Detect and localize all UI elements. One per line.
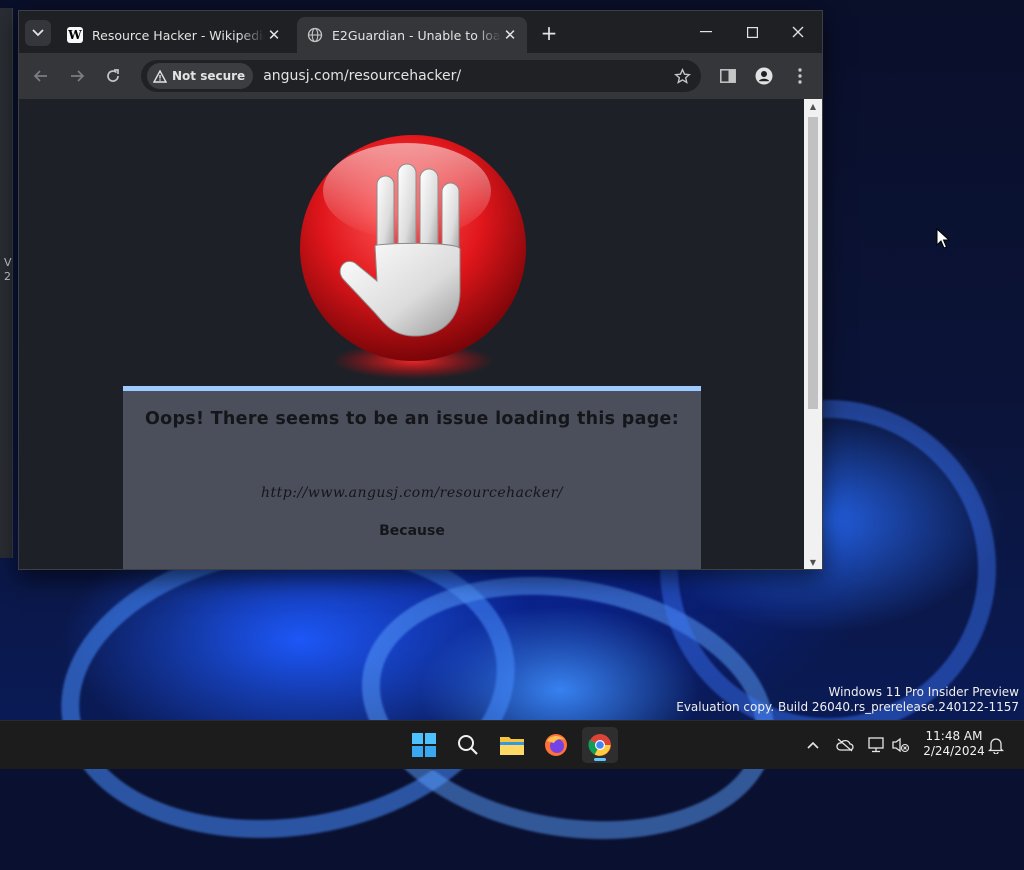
active-app-indicator: [594, 758, 606, 761]
scroll-thumb[interactable]: [808, 117, 818, 409]
taskbar-clock[interactable]: 11:48 AM 2/24/2024: [918, 729, 990, 759]
cloud-offline-icon: [836, 738, 854, 752]
url-text: angusj.com/resourcehacker/: [263, 68, 462, 84]
side-panel-button[interactable]: [716, 64, 740, 88]
wikipedia-w-icon: W: [67, 27, 83, 43]
chrome-icon: [588, 734, 611, 756]
search-button[interactable]: [450, 727, 486, 763]
more-vertical-icon: [798, 68, 802, 84]
browser-toolbar: Not secure angusj.com/resourcehacker/: [19, 53, 822, 99]
chrome-menu-button[interactable]: [788, 64, 812, 88]
scroll-up-arrow[interactable]: ▲: [804, 99, 822, 113]
firefox-icon: [545, 734, 567, 756]
warning-triangle-icon: [153, 69, 167, 83]
security-chip[interactable]: Not secure: [147, 63, 254, 89]
bookmark-star-icon[interactable]: [674, 67, 691, 85]
new-tab-button[interactable]: +: [538, 23, 560, 45]
maximize-button[interactable]: [729, 17, 775, 47]
tab-resource-hacker-wikipedia[interactable]: W Resource Hacker - Wikipedia ✕: [57, 17, 291, 53]
network-monitor-icon: [868, 737, 884, 753]
onedrive-tray-button[interactable]: [835, 735, 855, 755]
tab-title: Resource Hacker - Wikipedia: [92, 27, 265, 43]
bell-icon: [988, 738, 1004, 754]
file-explorer-button[interactable]: [494, 727, 530, 763]
chrome-taskbar-button[interactable]: [582, 727, 618, 763]
maximize-icon: [746, 26, 758, 38]
vertical-scrollbar[interactable]: ▲ ▼: [804, 99, 822, 569]
minimize-icon: [700, 31, 712, 33]
reason-label: Because: [379, 523, 445, 539]
scroll-down-arrow[interactable]: ▼: [804, 555, 822, 569]
browser-window: W Resource Hacker - Wikipedia ✕ E2Guardi…: [18, 10, 823, 570]
file-explorer-icon: [500, 737, 524, 755]
show-hidden-icons-button[interactable]: [803, 735, 823, 755]
taskbar: 11:48 AM 2/24/2024: [0, 720, 1024, 769]
volume-tray-button[interactable]: [891, 735, 911, 755]
firefox-button[interactable]: [538, 727, 574, 763]
chevron-up-icon: [807, 741, 819, 749]
watermark-build: Evaluation copy. Build 26040.rs_prerelea…: [676, 700, 1019, 714]
evaluation-watermark: Windows 11 Pro Insider Preview Evaluatio…: [676, 685, 1019, 715]
close-tab-icon[interactable]: ✕: [501, 26, 519, 44]
arrow-right-icon: [71, 70, 85, 82]
close-icon: [792, 26, 804, 38]
network-tray-button[interactable]: [867, 735, 887, 755]
globe-icon: [307, 27, 323, 43]
page-content: Oops! There seems to be an issue loading…: [19, 99, 804, 569]
tab-title: E2Guardian - Unable to load web page: [332, 27, 501, 43]
stop-hand-icon: [300, 135, 526, 379]
profile-avatar-icon: [755, 67, 773, 85]
start-button[interactable]: [406, 727, 442, 763]
mouse-cursor-icon: [936, 228, 950, 249]
chevron-down-icon: [32, 29, 44, 37]
blocked-url: http://www.angusj.com/resourcehacker/: [260, 485, 563, 501]
close-tab-icon[interactable]: ✕: [265, 26, 283, 44]
volume-muted-icon: [892, 737, 910, 753]
minimize-button[interactable]: [683, 17, 729, 47]
clock-date: 2/24/2024: [923, 744, 985, 758]
background-window-text: V 2: [4, 256, 12, 283]
back-button[interactable]: [29, 64, 53, 88]
address-bar[interactable]: Not secure angusj.com/resourcehacker/: [141, 60, 701, 92]
reload-icon: [107, 69, 119, 82]
watermark-edition: Windows 11 Pro Insider Preview: [828, 685, 1019, 699]
search-icon: [458, 735, 478, 755]
security-label: Not secure: [172, 69, 246, 83]
error-panel: Oops! There seems to be an issue loading…: [123, 386, 701, 569]
error-heading: Oops! There seems to be an issue loading…: [144, 409, 680, 429]
profile-button[interactable]: [752, 64, 776, 88]
reload-button[interactable]: [101, 64, 125, 88]
notifications-button[interactable]: [986, 735, 1006, 755]
clock-time: 11:48 AM: [925, 729, 983, 743]
arrow-left-icon: [33, 70, 47, 82]
windows-start-icon: [412, 733, 436, 757]
close-window-button[interactable]: [775, 17, 821, 47]
forward-button[interactable]: [65, 64, 89, 88]
tab-strip: W Resource Hacker - Wikipedia ✕ E2Guardi…: [19, 11, 822, 53]
side-panel-icon: [720, 69, 736, 83]
tab-search-button[interactable]: [25, 20, 51, 46]
tab-e2guardian[interactable]: E2Guardian - Unable to load web page ✕: [297, 17, 527, 53]
